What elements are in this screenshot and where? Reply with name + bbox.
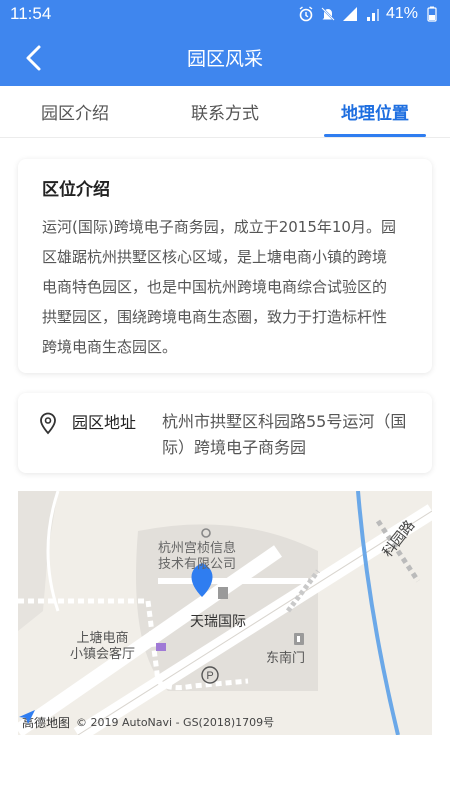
network-4g-icon <box>364 6 380 22</box>
status-icons: 41% <box>298 5 440 23</box>
alarm-icon <box>298 6 314 22</box>
address-value: 杭州市拱墅区科园路55号运河（国 际）跨境电子商务园 <box>162 409 412 457</box>
intro-line: 区雄踞杭州拱墅区核心区域，是上塘电商小镇的跨境 <box>42 248 388 266</box>
map-copyright: © 2019 AutoNavi - GS(2018)1709号 <box>76 716 275 729</box>
map-poi-gate: 东南门 <box>266 651 306 666</box>
status-time: 11:54 <box>10 4 52 23</box>
content-area: 区位介绍 运河(国际)跨境电子商务园，成立于2015年10月。园 区雄踞杭州拱墅… <box>0 139 450 800</box>
address-card: 园区地址 杭州市拱墅区科园路55号运河（国 际）跨境电子商务园 <box>18 393 432 473</box>
map-poi-company: 杭州宫桢信息 技术有限公司 <box>158 541 237 572</box>
location-pin-icon <box>38 411 58 435</box>
mute-icon <box>320 6 336 22</box>
location-map[interactable]: P 杭州宫桢信息 技术有限公司 天瑞国际 上塘电商 小镇会客厅 东南门 科园路 <box>18 491 432 735</box>
parking-marker: P <box>206 670 213 682</box>
tab-contact[interactable]: 联系方式 <box>150 86 300 137</box>
header: 11:54 41% 园区风采 <box>0 0 450 86</box>
location-intro-card: 区位介绍 运河(国际)跨境电子商务园，成立于2015年10月。园 区雄踞杭州拱墅… <box>18 159 432 373</box>
intro-line: 拱墅园区，围绕跨境电商生态圈，致力于打造标杆性 <box>42 308 388 326</box>
app-root: 11:54 41% 园区风采 园区介绍 联系方式 地理位置 区位介绍 运河(国际… <box>0 0 450 800</box>
signal-icon <box>342 6 358 22</box>
map-poi-town: 上塘电商 小镇会客厅 <box>70 631 136 662</box>
location-intro-title: 区位介绍 <box>42 180 110 200</box>
gaode-logo: 高德地图 <box>19 710 70 731</box>
intro-line: 跨境电商生态园区。 <box>42 338 178 356</box>
address-line: 际）跨境电子商务园 <box>162 438 307 457</box>
location-intro-text: 运河(国际)跨境电子商务园，成立于2015年10月。园 区雄踞杭州拱墅区核心区域… <box>42 212 408 362</box>
nav-bar: 园区风采 <box>0 28 450 86</box>
address-line: 杭州市拱墅区科园路55号运河（国 <box>162 412 407 431</box>
tab-location[interactable]: 地理位置 <box>300 86 450 137</box>
status-bar: 11:54 41% <box>0 0 450 28</box>
intro-line: 运河(国际)跨境电子商务园，成立于2015年10月。园 <box>42 218 396 236</box>
battery-percent: 41% <box>385 5 418 22</box>
intro-line: 电商特色园区，也是中国杭州跨境电商综合试验区的 <box>42 278 388 296</box>
map-poi-main: 天瑞国际 <box>190 614 246 630</box>
page-title: 园区风采 <box>186 48 263 70</box>
battery-icon <box>424 6 440 22</box>
amap-logo-icon <box>19 710 35 724</box>
address-label: 园区地址 <box>72 413 137 432</box>
tab-park-intro[interactable]: 园区介绍 <box>0 86 150 137</box>
map-footer: 高德地图 © 2019 AutoNavi - GS(2018)1709号 <box>18 709 432 735</box>
tab-bar: 园区介绍 联系方式 地理位置 <box>0 86 450 138</box>
